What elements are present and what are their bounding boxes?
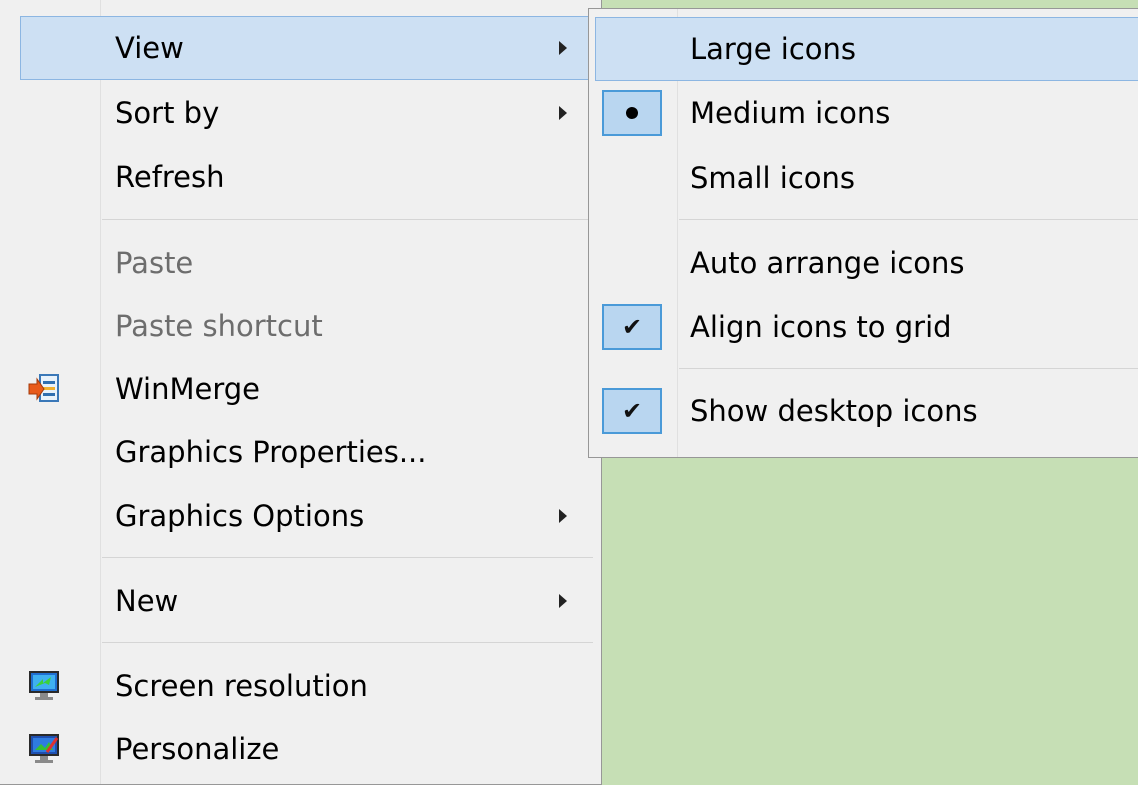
checkmark-icon: ✔ — [602, 304, 662, 350]
menu-item-label: Graphics Properties... — [115, 435, 427, 469]
menu-item-label: Paste — [115, 246, 194, 280]
radio-dot-icon — [602, 90, 662, 136]
view-submenu: Large icons Medium icons Small icons Aut… — [588, 8, 1138, 458]
submenu-arrow-icon — [559, 594, 567, 608]
menu-item-graphics-properties[interactable]: Graphics Properties... — [20, 420, 594, 484]
submenu-item-auto-arrange-icons[interactable]: Auto arrange icons — [595, 231, 1138, 295]
menu-separator — [102, 557, 593, 558]
menu-item-label: Large icons — [690, 32, 857, 66]
menu-item-paste-shortcut[interactable]: Paste shortcut — [20, 294, 594, 358]
submenu-item-medium-icons[interactable]: Medium icons — [595, 81, 1138, 145]
submenu-item-show-desktop-icons[interactable]: ✔ Show desktop icons — [595, 379, 1138, 443]
submenu-arrow-icon — [559, 106, 567, 120]
menu-item-winmerge[interactable]: WinMerge — [20, 357, 594, 421]
submenu-item-align-icons-to-grid[interactable]: ✔ Align icons to grid — [595, 295, 1138, 359]
menu-item-label: Small icons — [690, 161, 855, 195]
winmerge-icon — [27, 372, 61, 406]
submenu-arrow-icon — [559, 509, 567, 523]
menu-item-label: WinMerge — [115, 372, 260, 406]
menu-item-label: Show desktop icons — [690, 394, 978, 428]
menu-item-label: Sort by — [115, 96, 220, 130]
menu-item-refresh[interactable]: Refresh — [20, 145, 594, 209]
menu-item-label: Medium icons — [690, 96, 891, 130]
menu-item-sort-by[interactable]: Sort by — [20, 81, 594, 145]
menu-item-label: New — [115, 584, 179, 618]
menu-item-screen-resolution[interactable]: Screen resolution — [20, 654, 594, 718]
menu-separator — [102, 642, 593, 643]
menu-item-personalize[interactable]: Personalize — [20, 717, 594, 781]
menu-item-label: Align icons to grid — [690, 310, 952, 344]
menu-item-label: Auto arrange icons — [690, 246, 965, 280]
menu-item-graphics-options[interactable]: Graphics Options — [20, 484, 594, 548]
menu-item-label: Personalize — [115, 732, 280, 766]
menu-item-label: Graphics Options — [115, 499, 365, 533]
checkmark-icon: ✔ — [602, 388, 662, 434]
menu-item-label: Refresh — [115, 160, 225, 194]
submenu-item-large-icons[interactable]: Large icons — [595, 17, 1138, 81]
desktop-context-menu: View Sort by Refresh Paste Paste shortcu… — [0, 0, 602, 785]
menu-separator — [102, 219, 593, 220]
menu-item-label: Screen resolution — [115, 669, 368, 703]
screen-resolution-icon — [27, 669, 61, 703]
personalize-icon — [27, 732, 61, 766]
menu-separator — [679, 368, 1138, 369]
menu-item-view[interactable]: View — [20, 16, 594, 80]
submenu-item-small-icons[interactable]: Small icons — [595, 146, 1138, 210]
menu-separator — [679, 219, 1138, 220]
menu-item-label: View — [115, 31, 184, 65]
menu-item-label: Paste shortcut — [115, 309, 323, 343]
submenu-arrow-icon — [559, 41, 567, 55]
menu-item-paste[interactable]: Paste — [20, 231, 594, 295]
menu-item-new[interactable]: New — [20, 569, 594, 633]
